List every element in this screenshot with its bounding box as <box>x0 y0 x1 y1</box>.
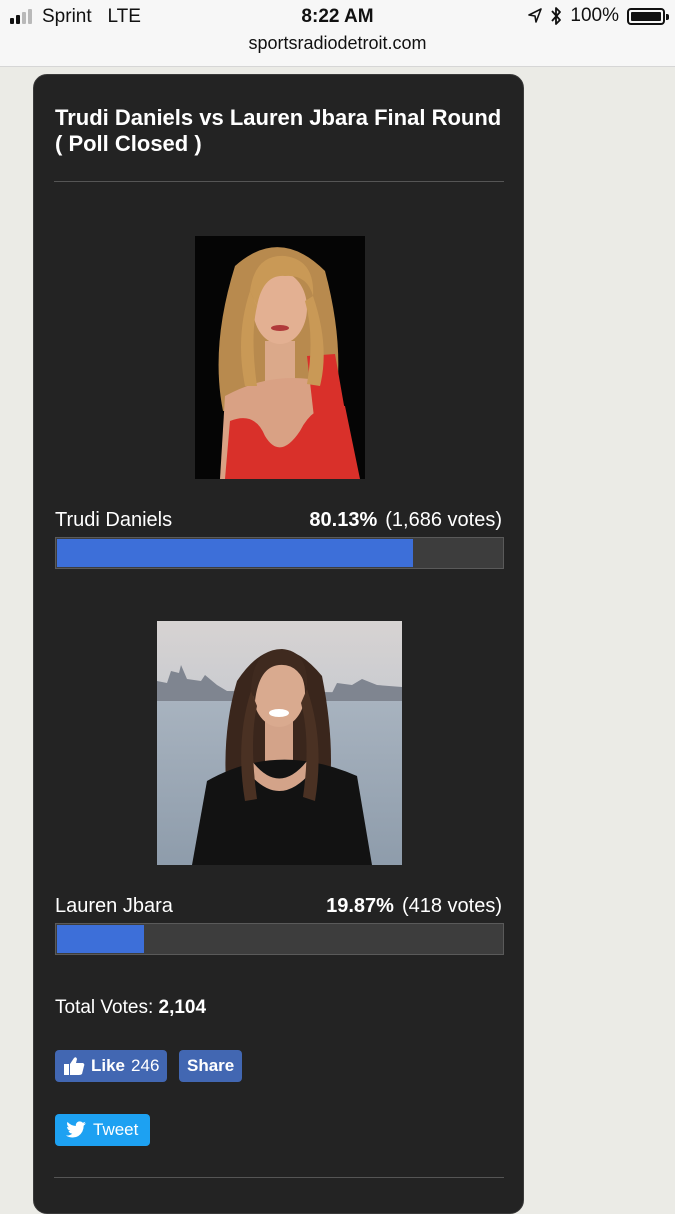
option-stats: 19.87% (418 votes) <box>326 895 502 918</box>
tweet-label: Tweet <box>93 1120 139 1139</box>
divider <box>54 181 504 182</box>
facebook-share-button[interactable]: Share <box>179 1050 243 1082</box>
battery-percent: 100% <box>570 5 619 26</box>
option-percent: 80.13% <box>309 509 378 531</box>
like-label: Like <box>91 1056 126 1075</box>
total-votes-label: Total Votes: <box>55 997 154 1018</box>
bluetooth-icon <box>551 7 562 25</box>
facebook-like-button[interactable]: Like 246 <box>55 1050 168 1082</box>
poll-card: Trudi Daniels vs Lauren Jbara Final Roun… <box>33 74 524 1214</box>
option-result-fill <box>57 925 144 953</box>
location-arrow-icon <box>528 8 543 23</box>
divider <box>54 1177 504 1178</box>
option-name: Lauren Jbara <box>55 895 173 917</box>
option-result-fill <box>57 539 414 567</box>
option-photo-trudi <box>195 236 365 479</box>
option-name: Trudi Daniels <box>55 509 173 531</box>
total-votes: Total Votes: 2,104 <box>55 997 206 1019</box>
option-votes: (1,686 votes) <box>385 509 502 531</box>
status-bar: Sprint LTE 8:22 AM 100% sportsradiodetro… <box>0 0 675 67</box>
tweet-button[interactable]: Tweet <box>55 1114 151 1146</box>
option-votes: (418 votes) <box>401 895 502 917</box>
option-stats: 80.13% (1,686 votes) <box>309 509 502 532</box>
status-right-group: 100% <box>528 5 669 27</box>
like-count: 246 <box>131 1056 160 1075</box>
option-result-bar <box>55 923 504 955</box>
option-photo-lauren <box>157 621 402 865</box>
battery-icon <box>627 7 669 25</box>
option-percent: 19.87% <box>326 895 394 917</box>
twitter-bird-icon <box>65 1121 86 1138</box>
thumbs-up-icon <box>64 1057 85 1075</box>
poll-title: Trudi Daniels vs Lauren Jbara Final Roun… <box>55 105 502 156</box>
option-result-bar <box>55 537 504 569</box>
address-bar-url[interactable]: sportsradiodetroit.com <box>0 33 675 54</box>
total-votes-value: 2,104 <box>158 997 207 1018</box>
